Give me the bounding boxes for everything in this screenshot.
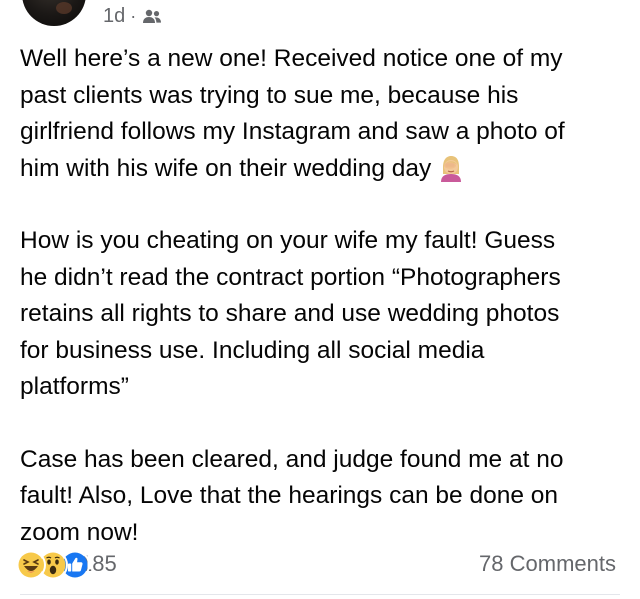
post-body: Well here’s a new one! Received notice o… — [20, 41, 630, 587]
avatar[interactable] — [22, 0, 86, 26]
avatar-detail — [56, 2, 72, 14]
post-line: platforms” — [20, 373, 129, 400]
post-line-with-emoji: him with his wife on their wedding day — [20, 151, 630, 188]
woman-facepalming-emoji-icon — [437, 154, 465, 182]
post-line: Case has been cleared, and judge found m… — [20, 445, 564, 473]
post-stats: 185 78 Comments — [0, 548, 640, 584]
post-line: Well here’s a new one! Received notice o… — [20, 45, 563, 72]
post-header: 1d · — [0, 0, 640, 32]
post-line: zoom now! — [20, 518, 139, 546]
post-paragraph: Well here’s a new one! Received notice o… — [20, 41, 630, 187]
post-line: for business use. Including all social m… — [20, 336, 485, 364]
post-line: past clients was trying to sue me, becau… — [20, 81, 519, 109]
haha-icon[interactable] — [16, 550, 46, 580]
post-line: girlfriend follows my Instagram and saw … — [20, 118, 565, 145]
meta-separator: · — [130, 5, 137, 26]
post-paragraph: How is you cheating on your wife my faul… — [20, 223, 630, 406]
post-paragraph: Case has been cleared, and judge found m… — [20, 442, 630, 552]
divider — [20, 594, 620, 595]
post-timestamp[interactable]: 1d — [103, 5, 125, 28]
post-line: he didn’t read the contract portion “Pho… — [20, 263, 561, 291]
post-line: retains all rights to share and use wedd… — [20, 300, 560, 327]
comments-count-link[interactable]: 78 Comments — [479, 551, 616, 577]
post-line: How is you cheating on your wife my faul… — [20, 227, 556, 254]
friends-icon[interactable] — [142, 8, 162, 24]
post-line: him with his wife on their wedding day — [20, 154, 432, 182]
post-meta: 1d · — [103, 4, 162, 28]
post-card: 1d · Well here’s a new one! Received not… — [0, 0, 640, 599]
post-line: fault! Also, Love that the hearings can … — [20, 482, 559, 509]
